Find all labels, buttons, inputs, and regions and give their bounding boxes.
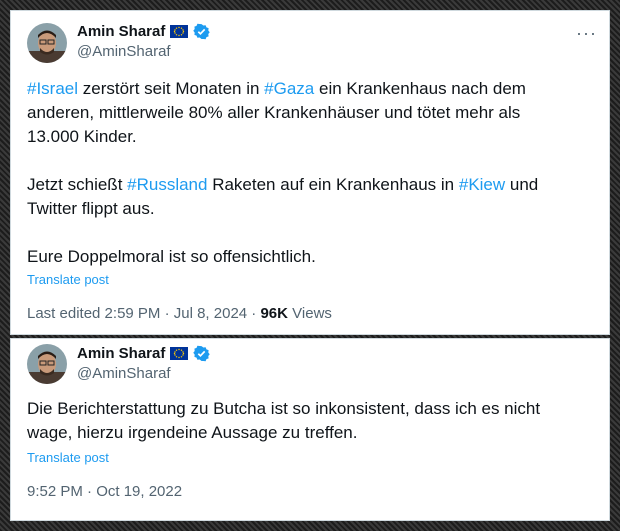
avatar-image	[27, 344, 67, 384]
tweet-text-paragraph-2: Jetzt schießt #Russland Raketen auf ein …	[27, 173, 567, 221]
hashtag-link[interactable]: #Israel	[27, 79, 78, 98]
tweet-meta: Last edited 2:59 PM · Jul 8, 2024 · 96K …	[27, 305, 332, 322]
eu-flag-icon	[170, 347, 189, 360]
tweet-text-paragraph-1: #Israel zerstört seit Monaten in #Gaza e…	[27, 77, 567, 149]
avatar[interactable]	[27, 344, 67, 384]
eu-flag-icon	[170, 25, 189, 38]
translate-post-link[interactable]: Translate post	[27, 272, 109, 287]
tweet-text: zerstört seit Monaten in	[78, 79, 265, 98]
translate-post-link[interactable]: Translate post	[27, 450, 109, 465]
tweet-card[interactable]: Amin Sharaf @AminSharaf ··· #Israel zers…	[10, 10, 610, 335]
author-handle[interactable]: @AminSharaf	[77, 365, 171, 382]
hashtag-link[interactable]: #Russland	[127, 175, 207, 194]
author-name-text: Amin Sharaf	[77, 345, 166, 362]
timestamp-link[interactable]: 9:52 PM · Oct 19, 2022	[27, 483, 182, 500]
hashtag-link[interactable]: #Gaza	[264, 79, 314, 98]
hashtag-link[interactable]: #Kiew	[459, 175, 505, 194]
more-options-icon[interactable]: ···	[576, 24, 597, 42]
views-label: Views	[288, 305, 332, 322]
tweet-text: Jetzt schießt	[27, 175, 128, 194]
author-handle[interactable]: @AminSharaf	[77, 43, 171, 60]
tweet-card[interactable]: Amin Sharaf @AminSharaf Die Berichtersta…	[10, 338, 610, 521]
views-count: 96K	[260, 305, 288, 322]
author-name-text: Amin Sharaf	[77, 23, 166, 40]
avatar[interactable]	[27, 23, 67, 63]
avatar-image	[27, 23, 67, 63]
timestamp-link[interactable]: Last edited 2:59 PM · Jul 8, 2024 ·	[27, 305, 260, 322]
tweet-text: Die Berichterstattung zu Butcha ist so i…	[27, 399, 541, 442]
author-name[interactable]: Amin Sharaf	[77, 345, 211, 362]
tweet-text: Raketen auf ein Krankenhaus in	[207, 175, 459, 194]
verified-badge-icon	[193, 345, 211, 362]
author-name[interactable]: Amin Sharaf	[77, 23, 211, 40]
verified-badge-icon	[193, 23, 211, 40]
tweet-text-paragraph-3: Eure Doppelmoral ist so offensichtlich.	[27, 247, 316, 266]
